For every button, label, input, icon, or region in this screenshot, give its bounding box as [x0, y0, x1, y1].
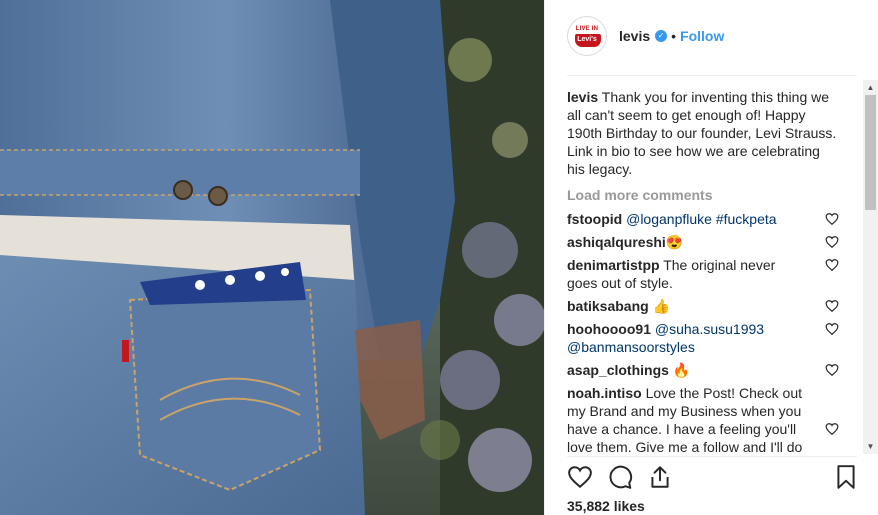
load-more-comments-button[interactable]: Load more comments [567, 186, 839, 204]
header-divider [567, 75, 857, 76]
caption-username[interactable]: levis [567, 89, 598, 105]
logo-top-text: LIVE IN [575, 26, 599, 32]
avatar[interactable]: LIVE IN Levi's [567, 16, 607, 56]
comment-username[interactable]: hoohoooo91 [567, 321, 651, 337]
comment-emoji: 😍 [665, 234, 684, 250]
caption-text: Thank you for inventing this thing we al… [567, 89, 837, 177]
follow-button[interactable]: Follow [680, 28, 724, 44]
post-actions [567, 464, 857, 490]
comment-username[interactable]: batiksabang [567, 298, 649, 314]
comment-item: fstoopid @loganpfluke #fuckpeta [567, 210, 839, 228]
separator-dot: • [671, 28, 677, 44]
scrollbar-thumb[interactable] [865, 95, 876, 210]
comment-item: noah.intiso Love the Post! Check out my … [567, 384, 839, 454]
comment-username[interactable]: asap_clothings [567, 362, 669, 378]
comment-item: ashiqalqureshi😍 [567, 233, 839, 251]
heart-icon[interactable] [825, 299, 839, 313]
post-header: LIVE IN Levi's levis ✓ • Follow [567, 14, 857, 58]
comment-username[interactable]: noah.intiso [567, 385, 642, 401]
comment-item: batiksabang 👍 [567, 297, 839, 315]
heart-icon[interactable] [825, 363, 839, 377]
denim-jacket-photo [0, 0, 544, 515]
comment-mention[interactable]: @loganpfluke #fuckpeta [626, 211, 776, 227]
bookmark-icon[interactable] [833, 464, 859, 490]
heart-icon[interactable] [567, 464, 593, 490]
comment-item: hoohoooo91 @suha.susu1993 @banmansoorsty… [567, 320, 839, 356]
comment-username[interactable]: fstoopid [567, 211, 622, 227]
comment-item: asap_clothings 🔥 [567, 361, 839, 379]
comment-item: denimartistpp The original never goes ou… [567, 256, 839, 292]
scroll-down-arrow-icon[interactable]: ▼ [863, 439, 878, 454]
comment-username[interactable]: ashiqalqureshi [567, 234, 666, 250]
heart-icon[interactable] [825, 422, 839, 436]
post-photo [0, 0, 544, 515]
actions-divider [567, 456, 857, 457]
heart-icon[interactable] [825, 322, 839, 336]
scroll-up-arrow-icon[interactable]: ▲ [863, 80, 878, 95]
comment-emoji: 👍 [652, 298, 671, 314]
heart-icon[interactable] [825, 258, 839, 272]
post-details-panel: LIVE IN Levi's levis ✓ • Follow levis Th… [544, 0, 878, 515]
comments-list[interactable]: levis Thank you for inventing this thing… [567, 88, 839, 454]
caption: levis Thank you for inventing this thing… [567, 88, 839, 178]
share-icon[interactable] [647, 464, 673, 490]
comment-emoji: 🔥 [672, 362, 691, 378]
comment-icon[interactable] [607, 464, 633, 490]
heart-icon[interactable] [825, 212, 839, 226]
verified-badge-icon: ✓ [655, 30, 668, 42]
likes-count[interactable]: 35,882 likes [567, 498, 645, 514]
logo-name-text: Levi's [577, 36, 597, 43]
post-username[interactable]: levis [619, 28, 650, 44]
heart-icon[interactable] [825, 235, 839, 249]
comment-username[interactable]: denimartistpp [567, 257, 660, 273]
comments-scrollbar[interactable]: ▲ ▼ [863, 80, 878, 454]
